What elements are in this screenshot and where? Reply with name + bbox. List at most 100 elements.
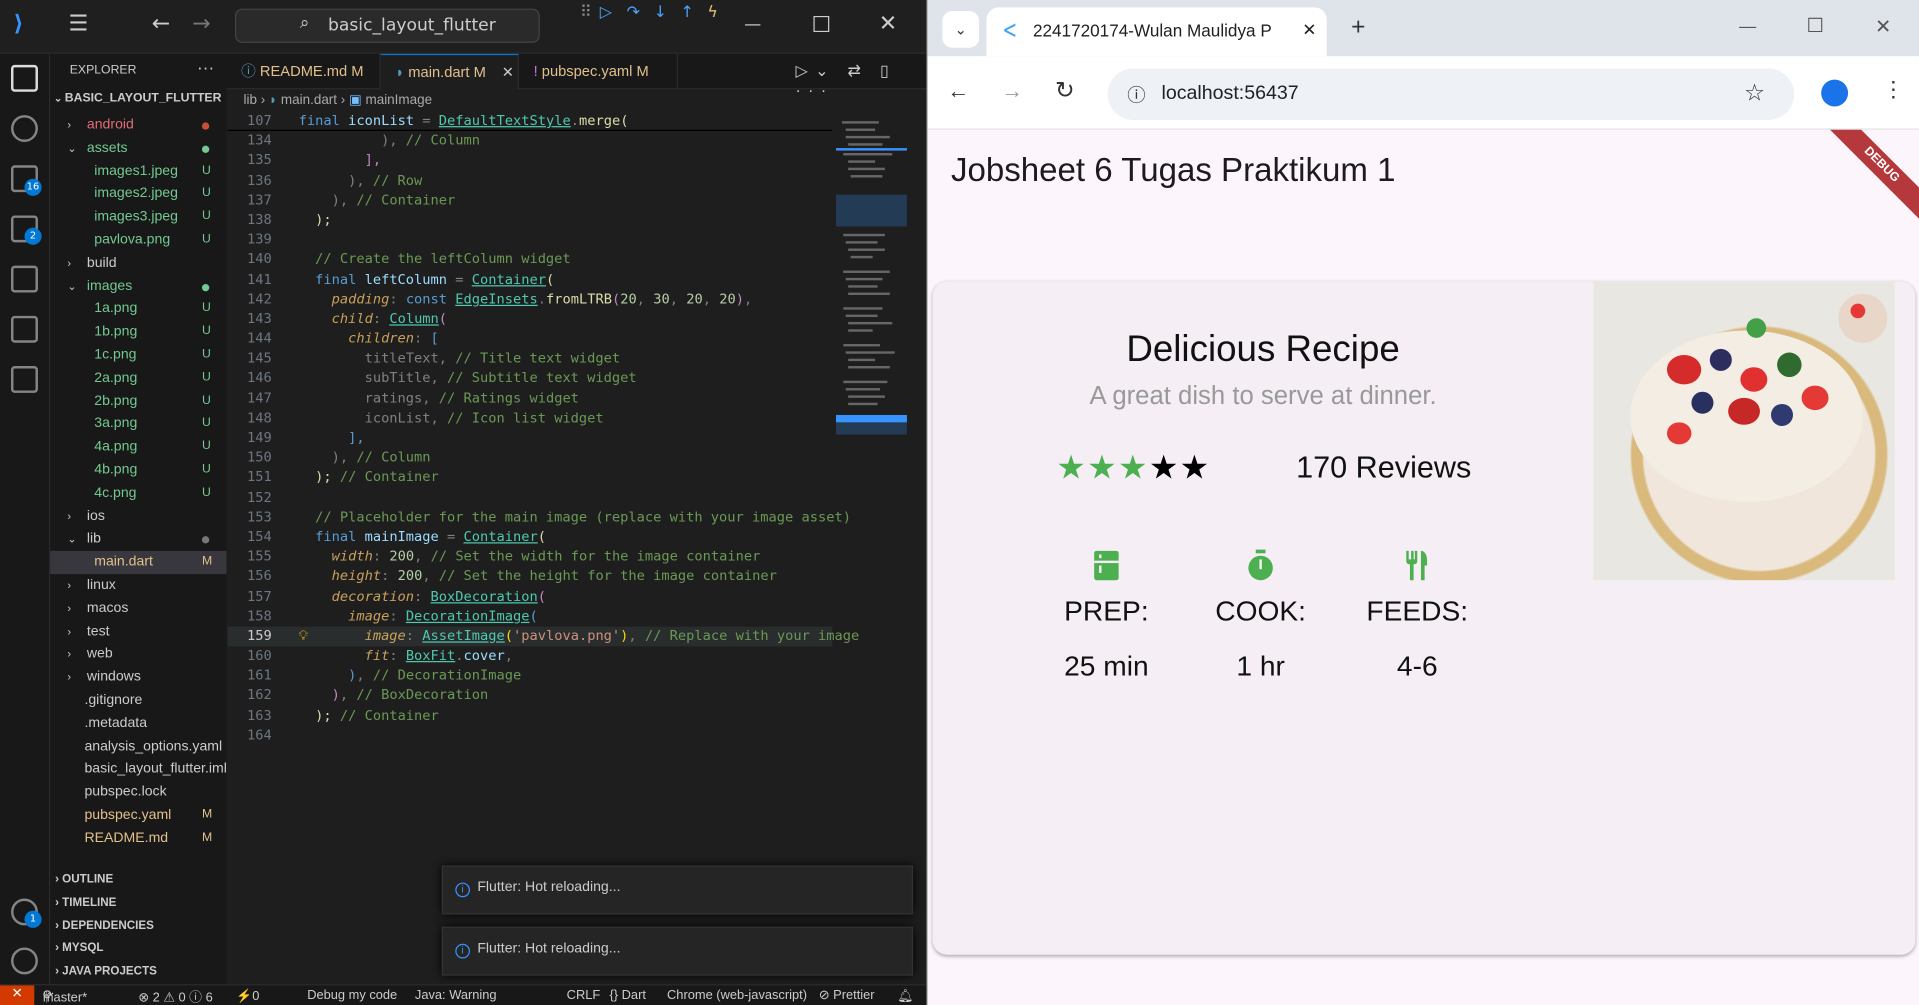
code-line[interactable]: 161 ), // DecorationImage (228, 666, 833, 686)
editor-actions[interactable]: ▷⌄ ⇄ ▯ ··· (796, 61, 927, 99)
code-line[interactable]: 136 ), // Row (228, 171, 833, 191)
code-line[interactable]: 141 final leftColumn = Container( (228, 270, 833, 290)
tree-file[interactable]: images3.jpeg U (50, 206, 226, 229)
tree-file[interactable]: images2.jpeg U (50, 183, 226, 206)
tree-folder[interactable]: ⌄ lib (50, 528, 226, 551)
step-out-icon[interactable]: ↑ (680, 4, 693, 22)
tree-file[interactable]: 1c.png U (50, 344, 226, 367)
tree-file[interactable]: 4c.png U (50, 482, 226, 505)
tree-folder[interactable]: ⌄ assets (50, 137, 226, 160)
search-view-icon[interactable] (11, 115, 38, 142)
minimap[interactable] (835, 111, 909, 796)
back-arrow-icon[interactable]: ← (947, 78, 969, 104)
language-mode[interactable]: {} Dart (610, 988, 646, 1003)
sidebar-section-header[interactable]: › JAVA PROJECTS (50, 961, 226, 984)
code-line[interactable]: 158 image: DecorationImage( (228, 607, 833, 627)
tree-folder[interactable]: › web (50, 643, 226, 666)
tree-file[interactable]: pavlova.png U (50, 229, 226, 252)
remote-indicator-icon[interactable]: ✕ (0, 985, 35, 1005)
tree-folder[interactable]: › linux (50, 574, 226, 597)
code-line[interactable]: 137 ), // Container (228, 191, 833, 211)
code-line[interactable]: 144 children: [ (228, 329, 833, 349)
tree-file[interactable]: main.dart M (50, 551, 227, 575)
project-folder-header[interactable]: ⌄ BASIC_LAYOUT_FLUTTER (54, 92, 222, 105)
back-arrow-icon[interactable]: ← (152, 11, 170, 37)
breadcrumb[interactable]: lib › ◗ main.dart › ▣ mainImage (244, 92, 433, 108)
code-editor[interactable]: 107 final iconList = DefaultTextStyle.mer… (227, 111, 859, 968)
code-line[interactable]: 107 final iconList = DefaultTextStyle.mer… (227, 111, 833, 132)
tree-folder[interactable]: ⌄ images (50, 275, 226, 298)
site-info-icon[interactable]: ⓘ (1127, 82, 1145, 108)
tree-folder[interactable]: › ios (50, 505, 226, 528)
code-line[interactable]: 160 fit: BoxFit.cover, (228, 646, 833, 666)
problems-indicator[interactable]: ⊗ 2 ⚠ 0 ⓘ 6 (138, 988, 212, 1005)
tree-folder[interactable]: › test (50, 620, 226, 643)
code-line[interactable]: 150 ), // Column (228, 448, 833, 468)
code-line[interactable]: 134 ), // Column (228, 131, 833, 151)
ports-indicator[interactable]: ⚡0 (236, 988, 259, 1004)
code-line[interactable]: 154 final mainImage = Container( (228, 528, 833, 548)
tree-folder[interactable]: › windows (50, 666, 226, 689)
prettier-status[interactable]: ⊘ Prettier (819, 988, 875, 1003)
debug-config[interactable]: Debug my code (307, 988, 397, 1003)
code-line[interactable]: 135 ], (228, 151, 833, 171)
browser-tab[interactable]: ᐸ 2241720174-Wulan Maulidya P ✕ (986, 7, 1327, 57)
tree-folder[interactable]: › build (50, 252, 226, 275)
sidebar-section-header[interactable]: › OUTLINE (50, 869, 226, 892)
code-line[interactable]: 147 ratings, // Ratings widget (228, 389, 833, 409)
code-line[interactable]: 148 iconList, // Icon list widget (228, 409, 833, 429)
java-status[interactable]: Java: Warning (415, 988, 497, 1003)
extensions-icon[interactable] (11, 265, 38, 293)
tree-file[interactable]: README.md M (50, 827, 226, 850)
close-window-icon[interactable]: ✕ (1875, 15, 1891, 39)
code-line[interactable]: 153 // Placeholder for the main image (r… (228, 508, 851, 528)
new-tab-icon[interactable]: + (1351, 13, 1365, 41)
menu-kebab-icon[interactable]: ⋮ (1882, 77, 1904, 103)
tree-file[interactable]: .gitignore (50, 689, 226, 712)
code-line[interactable]: 162 ), // BoxDecoration (228, 686, 833, 706)
code-line[interactable]: 145 titleText, // Title text widget (228, 349, 833, 369)
tree-file[interactable]: pubspec.lock (50, 781, 226, 804)
bookmark-star-icon[interactable]: ☆ (1744, 80, 1765, 108)
remote-explorer-icon[interactable] (11, 366, 38, 393)
more-actions-icon[interactable]: ··· (197, 58, 214, 78)
tab-main-dart[interactable]: ◗ main.dart M ✕ (380, 53, 519, 90)
minimize-icon[interactable]: — (1739, 16, 1756, 36)
code-line[interactable]: 151 ); // Container (228, 468, 833, 488)
tree-file[interactable]: basic_layout_flutter.iml (50, 758, 226, 781)
continue-icon[interactable]: ▷ (600, 4, 612, 22)
code-line[interactable]: 139 (228, 230, 833, 250)
code-line[interactable]: 140 // Create the leftColumn widget (228, 250, 833, 270)
maximize-icon[interactable]: ☐ (811, 12, 831, 38)
tree-file[interactable]: analysis_options.yaml (50, 735, 226, 758)
tree-file[interactable]: 4a.png U (50, 436, 226, 459)
tree-file[interactable]: 4b.png U (50, 459, 226, 482)
tree-file[interactable]: 1a.png U (50, 298, 226, 321)
tree-file[interactable]: 3a.png U (50, 413, 226, 436)
explorer-icon[interactable] (11, 64, 38, 92)
notification-toast[interactable]: i Flutter: Hot reloading... (441, 926, 914, 976)
minimize-icon[interactable]: — (744, 15, 761, 35)
step-into-icon[interactable]: ↓ (654, 4, 667, 22)
step-over-icon[interactable]: ↷ (627, 4, 640, 22)
tab-search-icon[interactable]: ⌄ (942, 11, 980, 48)
reload-icon[interactable]: ↻ (1055, 77, 1074, 105)
close-tab-icon[interactable]: ✕ (1302, 20, 1316, 41)
testing-icon[interactable] (11, 315, 38, 343)
code-line[interactable]: 164 (228, 726, 833, 746)
hot-reload-icon[interactable]: ϟ (707, 4, 717, 22)
tree-file[interactable]: images1.jpeg U (50, 160, 226, 183)
menu-icon[interactable]: ☰ (69, 11, 89, 37)
profile-avatar-icon[interactable] (1821, 79, 1849, 107)
forward-arrow-icon[interactable]: → (192, 11, 210, 37)
code-line[interactable]: 155 width: 200, // Set the width for the… (228, 547, 833, 567)
tree-file[interactable]: 1b.png U (50, 321, 226, 344)
tree-folder[interactable]: › macos (50, 597, 226, 620)
flutter-device[interactable]: Chrome (web-javascript) (667, 988, 807, 1003)
code-line[interactable]: 156 height: 200, // Set the height for t… (228, 567, 833, 587)
sidebar-section-header[interactable]: › TIMELINE (50, 892, 226, 915)
code-line[interactable]: 138 ); (228, 210, 833, 230)
tree-file[interactable]: pubspec.yaml M (50, 804, 226, 827)
code-line[interactable]: 163 ); // Container (228, 706, 833, 726)
code-line[interactable]: 159 💡︎ image: AssetImage('pavlova.png'), … (227, 626, 859, 647)
